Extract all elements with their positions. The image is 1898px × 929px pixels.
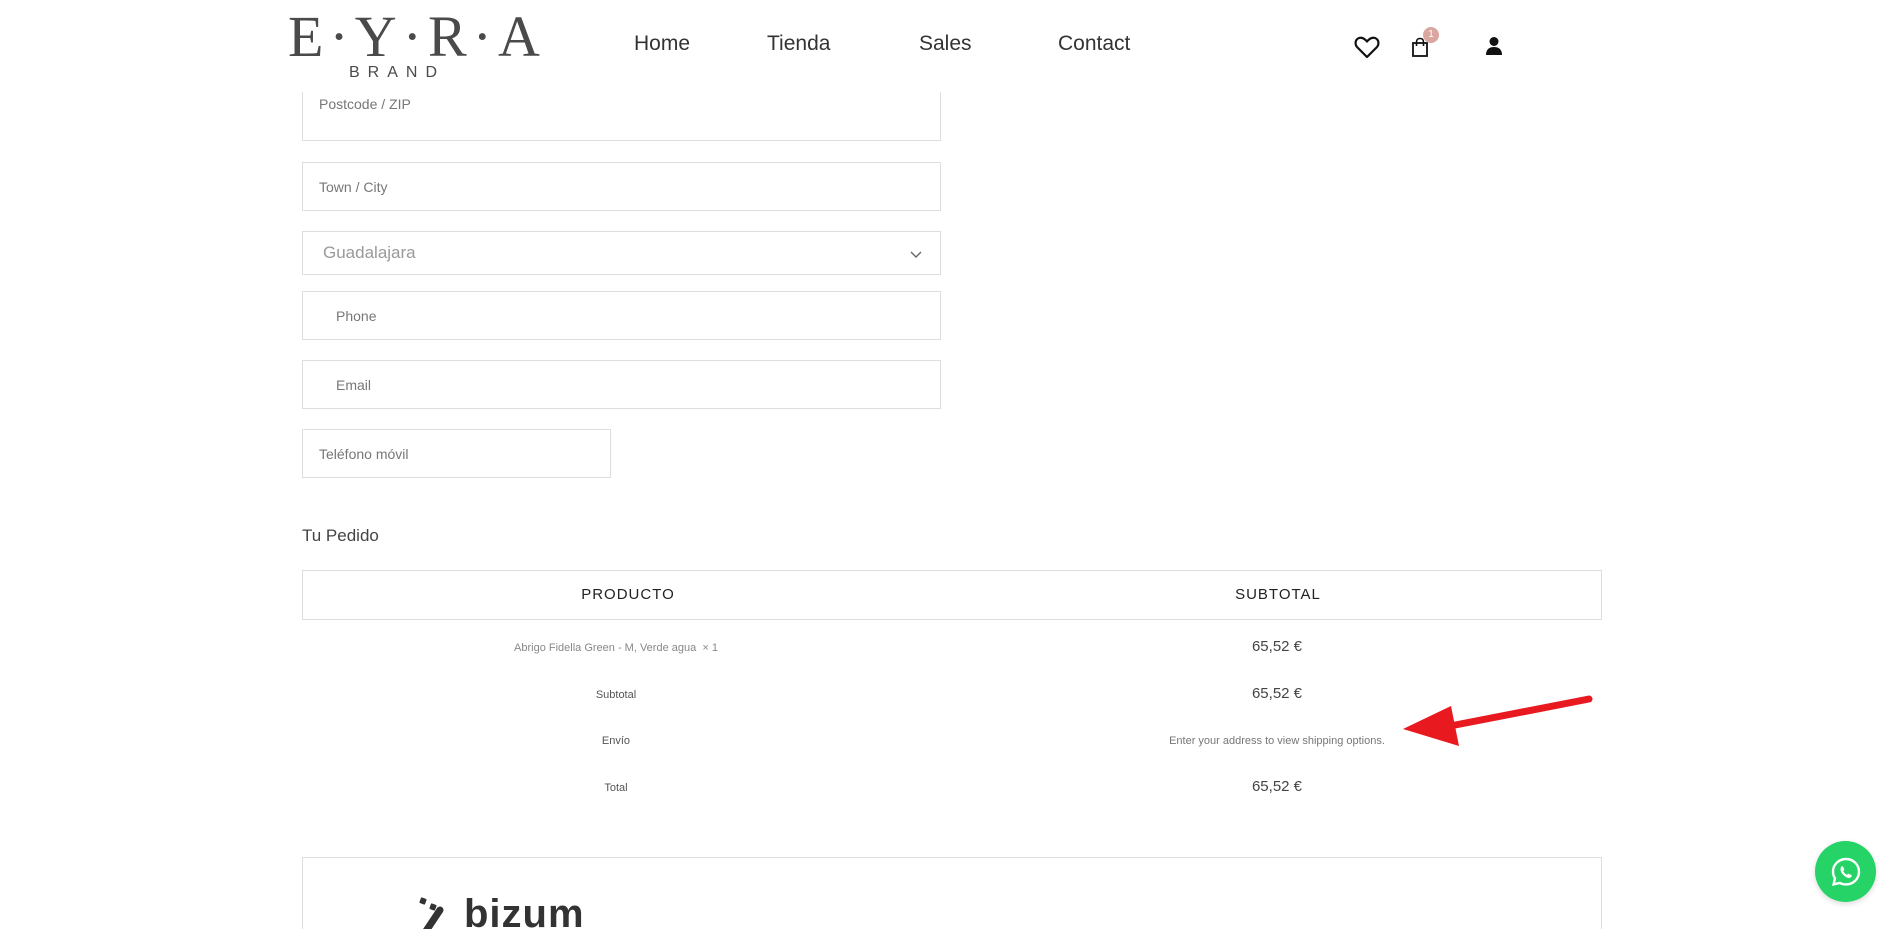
column-subtotal: SUBTOTAL <box>1235 586 1321 603</box>
column-product: PRODUCTO <box>581 586 675 603</box>
user-icon[interactable] <box>1485 36 1503 56</box>
brand-logo[interactable]: E·Y·R·A BRAND <box>288 4 546 82</box>
whatsapp-icon <box>1831 857 1860 886</box>
red-arrow-annotation <box>1403 695 1593 746</box>
whatsapp-chat-button[interactable] <box>1815 841 1876 902</box>
order-item-row: Abrigo Fidella Green - M, Verde agua × 1… <box>302 634 1602 664</box>
subtotal-label: Subtotal <box>595 689 637 701</box>
heart-icon[interactable] <box>1354 35 1380 59</box>
phone-input[interactable] <box>303 292 940 339</box>
bizum-logo: bizum <box>418 892 585 929</box>
cart-button[interactable]: 1 <box>1411 27 1439 57</box>
item-name: Abrigo Fidella Green - M, Verde agua <box>514 642 697 654</box>
chevron-down-icon <box>910 246 922 264</box>
logo-wordmark: E·Y·R·A <box>288 4 546 69</box>
site-header: E·Y·R·A BRAND Home Tienda Sales Contact … <box>0 0 1898 92</box>
total-value: 65,52 € <box>1251 778 1303 795</box>
total-row: Total 65,52 € <box>302 774 1602 804</box>
nav-home[interactable]: Home <box>634 32 690 56</box>
mobile-phone-input[interactable] <box>303 430 610 477</box>
nav-sales[interactable]: Sales <box>919 32 972 56</box>
order-item-price: 65,52 € <box>1251 638 1303 655</box>
nav-contact[interactable]: Contact <box>1058 32 1130 56</box>
payment-method-box[interactable]: bizum <box>302 857 1602 929</box>
city-input[interactable] <box>303 163 940 210</box>
order-title: Tu Pedido <box>302 526 379 545</box>
order-table-header: PRODUCTO SUBTOTAL <box>302 570 1602 620</box>
cart-count-badge: 1 <box>1423 27 1439 43</box>
email-field[interactable] <box>302 360 941 409</box>
phone-field[interactable] <box>302 291 941 340</box>
nav-tienda[interactable]: Tienda <box>767 32 830 56</box>
bizum-label: bizum <box>464 892 585 929</box>
total-label: Total <box>604 782 628 794</box>
order-item-name: Abrigo Fidella Green - M, Verde agua × 1 <box>302 642 930 654</box>
shipping-label: Envío <box>601 735 631 747</box>
bizum-icon <box>419 897 444 929</box>
email-input[interactable] <box>303 361 940 408</box>
item-qty: × 1 <box>702 642 718 654</box>
city-field[interactable] <box>302 162 941 211</box>
state-select-value: Guadalajara <box>323 243 416 262</box>
mobile-phone-field[interactable] <box>302 429 611 478</box>
state-select[interactable]: Guadalajara <box>302 231 941 275</box>
postcode-field[interactable] <box>302 74 941 141</box>
